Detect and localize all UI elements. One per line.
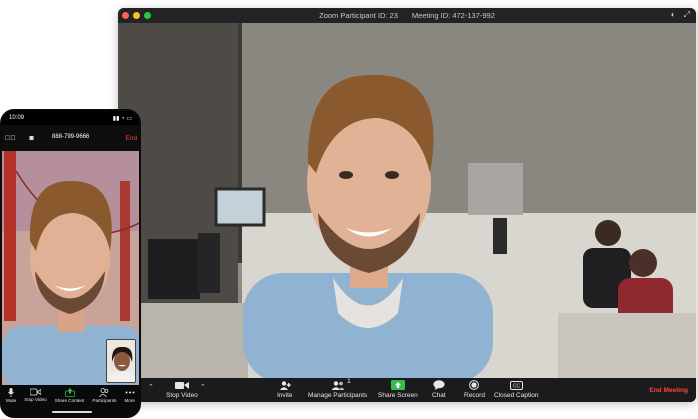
speaker-video-image — [118, 23, 696, 378]
title-bar-icons: ◐ ⤢ — [671, 10, 690, 20]
record-icon — [469, 380, 480, 390]
more-label: More — [124, 398, 135, 403]
fullscreen-icon[interactable]: ⤢ — [684, 10, 690, 20]
record-button[interactable]: Record — [464, 380, 485, 399]
phone-speaker-video — [2, 151, 139, 389]
phone-number-label: 888-799-9666 — [52, 134, 90, 140]
meeting-toolbar: ⌃ Stop Video ⌃ Invite 1 Manage Participa… — [118, 378, 696, 402]
share-screen-label: Share Screen — [378, 392, 418, 399]
end-call-button[interactable]: End — [125, 135, 137, 142]
add-person-icon — [279, 381, 291, 390]
invite-label: Invite — [277, 392, 293, 399]
participants-icon — [331, 381, 345, 390]
video-options-caret-icon[interactable]: ⌃ — [200, 383, 206, 391]
phone-stop-video-button[interactable]: Stop Video — [24, 388, 47, 402]
svg-text:CC: CC — [513, 384, 521, 390]
mute-button[interactable]: Mute — [6, 388, 16, 403]
close-window-button[interactable] — [122, 12, 129, 19]
closed-caption-button[interactable]: CC Closed Caption — [494, 381, 538, 399]
maximize-window-button[interactable] — [144, 12, 151, 19]
meeting-id-label: Meeting ID: 472-137-992 — [411, 11, 495, 20]
manage-participants-label: Manage Participants — [308, 392, 368, 399]
desktop-meeting-window: Zoom Participant ID: 23 Meeting ID: 472-… — [118, 8, 696, 402]
phone-status-bar: 10:09 ▮▮ ◔ ▭ — [2, 111, 139, 125]
stop-video-button[interactable]: Stop Video — [166, 381, 198, 399]
microphone-icon — [8, 388, 14, 397]
share-content-button[interactable]: Share Content — [54, 388, 85, 403]
chat-button[interactable]: Chat — [432, 380, 446, 399]
active-speaker-video — [118, 23, 696, 378]
more-button[interactable]: More — [124, 388, 135, 403]
share-screen-button[interactable]: Share Screen — [378, 380, 418, 399]
end-meeting-button[interactable]: End Meeting — [649, 387, 688, 394]
participant-id-label: Zoom Participant ID: 23 — [319, 11, 398, 20]
chat-label: Chat — [432, 392, 446, 399]
home-indicator[interactable] — [52, 411, 92, 413]
phone-toolbar: Mute Stop Video Share Content Participan… — [2, 385, 139, 416]
title-bar: Zoom Participant ID: 23 Meeting ID: 472-… — [118, 8, 696, 23]
self-view-image — [107, 340, 135, 382]
chat-bubble-icon — [433, 380, 445, 390]
manage-participants-button[interactable]: 1 Manage Participants — [308, 379, 368, 399]
phone-participants-label: Participants — [92, 398, 117, 403]
closed-caption-label: Closed Caption — [494, 392, 539, 399]
switch-camera-icon[interactable]: ◙ — [30, 135, 34, 142]
mobile-phone: 10:09 ▮▮ ◔ ▭ ◁ﾟ ◙ 888-799-9666 End Mute … — [0, 109, 141, 418]
closed-caption-icon: CC — [509, 381, 523, 390]
share-screen-icon — [390, 380, 405, 390]
speaker-icon[interactable]: ◁ﾟ — [5, 135, 16, 142]
more-dots-icon — [125, 391, 135, 394]
video-camera-icon — [29, 388, 41, 396]
share-content-label: Share Content — [54, 398, 85, 403]
phone-participants-button[interactable]: Participants — [92, 388, 116, 403]
record-label: Record — [464, 392, 485, 399]
participants-icon — [99, 388, 109, 397]
self-view-thumbnail[interactable] — [106, 339, 136, 383]
phone-stop-video-label: Stop Video — [24, 397, 47, 402]
video-camera-icon — [174, 382, 189, 389]
mute-label: Mute — [6, 398, 17, 403]
minimize-window-button[interactable] — [133, 12, 140, 19]
invite-button[interactable]: Invite — [277, 381, 293, 399]
window-controls — [122, 12, 151, 19]
share-arrow-icon — [64, 388, 75, 397]
participant-count-badge: 1 — [347, 379, 351, 385]
status-time: 10:09 — [9, 115, 25, 121]
dark-mode-icon[interactable]: ◐ — [671, 10, 676, 20]
phone-meeting-header: ◁ﾟ ◙ 888-799-9666 End — [2, 125, 139, 151]
stop-video-label: Stop Video — [166, 392, 198, 399]
status-icons: ▮▮ ◔ ▭ — [112, 115, 132, 122]
audio-options-caret-icon[interactable]: ⌃ — [148, 383, 154, 391]
